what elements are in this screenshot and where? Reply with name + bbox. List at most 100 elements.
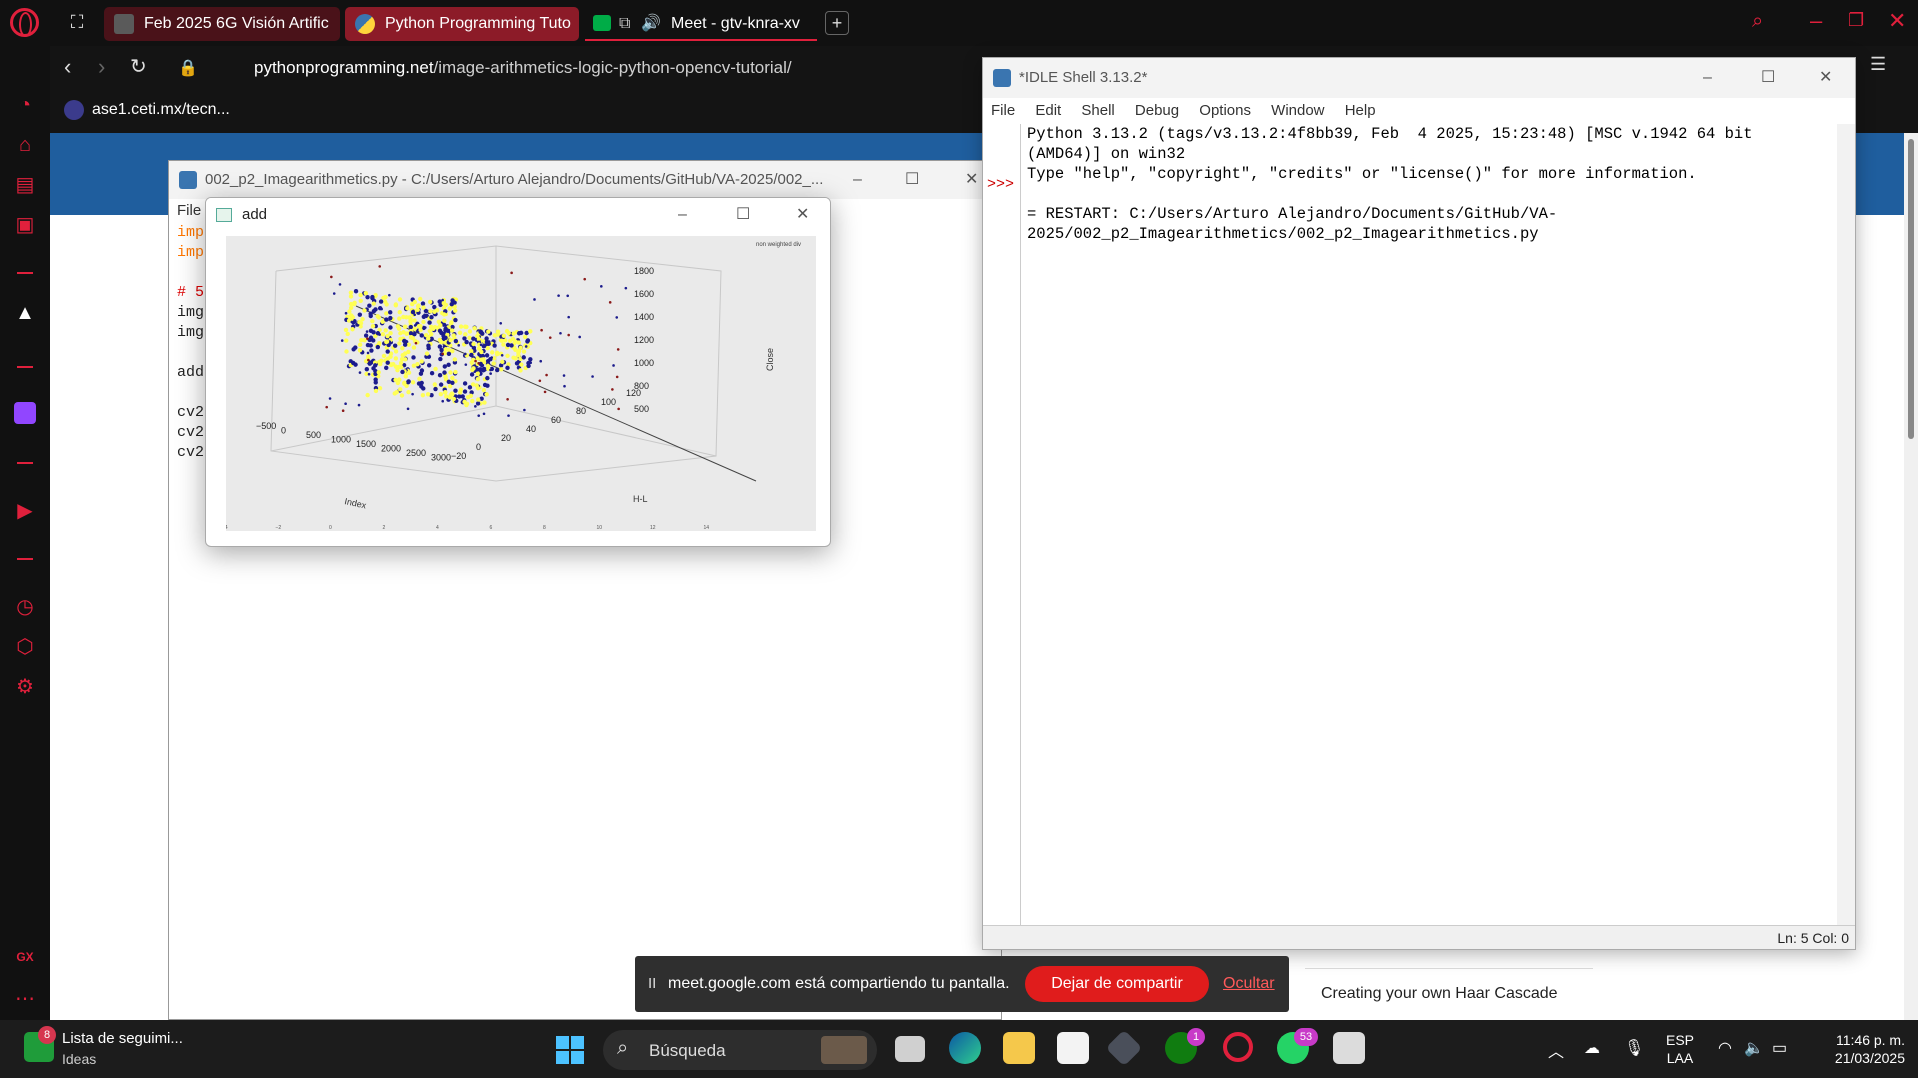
cloud-icon[interactable]: ☁ xyxy=(1584,1038,1600,1058)
search-icon[interactable]: ⌕ xyxy=(1752,10,1763,33)
scatter-point xyxy=(482,400,487,405)
url-field[interactable]: pythonprogramming.net/image-arithmetics-… xyxy=(254,58,792,78)
scatter-point xyxy=(448,393,453,398)
scatter-point xyxy=(384,365,389,371)
z-tick: 1600 xyxy=(634,289,654,299)
edge-icon[interactable] xyxy=(949,1032,981,1064)
tutorial-link[interactable]: Creating your own Haar Cascade xyxy=(1305,968,1593,1020)
hide-link[interactable]: Ocultar xyxy=(1223,975,1275,993)
menu-file[interactable]: File xyxy=(177,202,201,219)
menu-help[interactable]: Help xyxy=(1345,102,1376,119)
bag-icon[interactable]: ⌂ xyxy=(12,132,38,158)
minimize-icon[interactable]: – xyxy=(1703,58,1712,98)
windows-logo-icon[interactable] xyxy=(556,1036,584,1064)
minimize-icon[interactable]: – xyxy=(853,161,862,199)
show-hidden-icons-icon[interactable]: ︿ xyxy=(1548,1038,1564,1062)
volume-icon[interactable]: 🔈 xyxy=(1744,1038,1764,1058)
opera-gx-icon[interactable] xyxy=(1223,1032,1253,1062)
settings-icon[interactable]: ⚙ xyxy=(12,674,38,700)
language-indicator[interactable]: ESP LAA xyxy=(1666,1031,1694,1067)
menu-icon[interactable]: ☰ xyxy=(1870,54,1886,75)
scatter-point xyxy=(377,386,383,391)
history-icon[interactable]: ◷ xyxy=(12,594,38,620)
close-icon[interactable]: ✕ xyxy=(796,198,809,232)
gx-cleaner-icon[interactable]: ▣ xyxy=(12,212,38,238)
app-cube-icon[interactable] xyxy=(1105,1029,1143,1067)
scatter-point xyxy=(495,367,500,373)
menu-window[interactable]: Window xyxy=(1271,102,1324,119)
speed-dial-icon[interactable]: ◔ xyxy=(12,92,38,118)
scatter-point xyxy=(479,349,484,355)
tab-vision-artificial[interactable]: Feb 2025 6G Visión Artific xyxy=(104,7,340,41)
scatter-point xyxy=(393,356,399,361)
tab-island-icon[interactable]: ⛶ xyxy=(64,10,90,34)
widget-title[interactable]: Lista de seguimi... xyxy=(62,1030,183,1047)
wifi-icon[interactable]: ◠ xyxy=(1718,1038,1732,1058)
close-icon[interactable]: ✕ xyxy=(965,161,978,199)
scroll-thumb[interactable] xyxy=(1908,139,1914,439)
forward-icon[interactable]: › xyxy=(98,54,105,80)
taskbar-search[interactable]: ⌕ Búsqueda xyxy=(603,1030,877,1070)
x-tick: 2500 xyxy=(406,448,426,458)
minimize-icon[interactable]: – xyxy=(678,198,687,232)
scatter-point xyxy=(392,343,398,348)
gx-control-icon[interactable]: ▤ xyxy=(12,172,38,198)
more-icon[interactable]: ⋯ xyxy=(12,986,38,1012)
shell-scrollbar[interactable] xyxy=(1837,124,1855,926)
scatter-point xyxy=(365,330,369,333)
maximize-icon[interactable]: ☐ xyxy=(1761,58,1775,98)
reload-icon[interactable]: ↻ xyxy=(130,54,147,79)
back-icon[interactable]: ‹ xyxy=(64,54,71,80)
battery-icon[interactable]: ▭ xyxy=(1772,1038,1787,1058)
menu-file[interactable]: File xyxy=(991,102,1015,119)
scatter-point xyxy=(464,363,468,366)
menu-edit[interactable]: Edit xyxy=(1035,102,1061,119)
scatter-point xyxy=(357,342,363,347)
maximize-icon[interactable]: ☐ xyxy=(736,198,750,232)
scatter-point xyxy=(463,332,468,337)
opera-logo-icon[interactable] xyxy=(10,8,39,37)
scatter-point xyxy=(367,372,371,376)
maximize-icon[interactable]: ☐ xyxy=(905,161,919,199)
tab-meet[interactable]: ⧉ 🔊 Meet - gtv-knra-xv xyxy=(585,7,817,41)
menu-debug[interactable]: Debug xyxy=(1135,102,1179,119)
close-icon[interactable]: ✕ xyxy=(1819,58,1832,98)
menu-shell[interactable]: Shell xyxy=(1081,102,1114,119)
page-scrollbar[interactable] xyxy=(1904,133,1918,1020)
x-tick: 0 xyxy=(281,426,286,436)
stop-sharing-button[interactable]: Dejar de compartir xyxy=(1025,966,1209,1002)
restore-icon[interactable]: ❐ xyxy=(1848,10,1864,31)
scatter-point xyxy=(344,402,347,406)
scatter-point xyxy=(363,333,369,338)
new-tab-button[interactable]: + xyxy=(825,11,849,35)
y-tick: 20 xyxy=(501,433,511,443)
twitch-icon[interactable] xyxy=(12,402,38,428)
aria-icon[interactable]: ▲ xyxy=(12,300,38,326)
menu-options[interactable]: Options xyxy=(1199,102,1251,119)
store-icon[interactable] xyxy=(1057,1032,1089,1064)
scatter-point xyxy=(364,366,370,372)
scatter-point xyxy=(471,341,476,347)
scatter-point xyxy=(406,370,412,375)
minimize-icon[interactable]: – xyxy=(1810,8,1822,34)
player-icon[interactable]: ▶ xyxy=(12,498,38,524)
extensions-icon[interactable]: ⬡ xyxy=(12,634,38,660)
shell-output[interactable]: Python 3.13.2 (tags/v3.13.2:4f8bb39, Feb… xyxy=(1027,124,1835,244)
file-explorer-icon[interactable] xyxy=(1003,1032,1035,1064)
scatter-point xyxy=(533,298,536,301)
z-tick: 800 xyxy=(634,381,649,391)
scatter-point xyxy=(485,375,490,381)
scatter-point xyxy=(409,301,415,307)
close-icon[interactable]: ✕ xyxy=(1888,8,1906,34)
task-view-icon[interactable] xyxy=(895,1036,925,1062)
idle-taskbar-icon[interactable] xyxy=(1333,1032,1365,1064)
scatter-point xyxy=(420,301,426,306)
clock[interactable]: 11:46 p. m. 21/03/2025 xyxy=(1815,1031,1905,1067)
shell-prompt: >>> xyxy=(987,176,1015,193)
scatter-point xyxy=(462,399,467,405)
scatter-point xyxy=(481,368,486,373)
bookmark-ceti[interactable]: ase1.ceti.mx/tecn... xyxy=(64,100,230,120)
tab-python-programming[interactable]: Python Programming Tuto xyxy=(345,7,579,41)
scatter-point xyxy=(405,379,411,385)
mic-icon[interactable]: 🎙 xyxy=(1624,1038,1644,1058)
